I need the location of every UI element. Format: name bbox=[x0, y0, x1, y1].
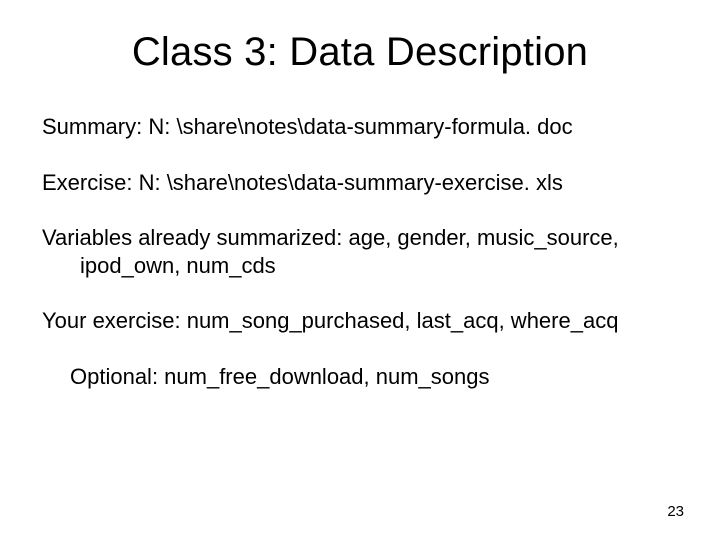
slide-title: Class 3: Data Description bbox=[42, 30, 678, 75]
variables-line2: ipod_own, num_cds bbox=[42, 252, 678, 280]
your-exercise-line: Your exercise: num_song_purchased, last_… bbox=[42, 307, 678, 335]
variables-block: Variables already summarized: age, gende… bbox=[42, 224, 678, 279]
variables-line1: Variables already summarized: age, gende… bbox=[42, 225, 619, 250]
page-number: 23 bbox=[667, 503, 684, 520]
exercise-line: Exercise: N: \share\notes\data-summary-e… bbox=[42, 169, 678, 197]
slide-container: Class 3: Data Description Summary: N: \s… bbox=[0, 0, 720, 540]
summary-line: Summary: N: \share\notes\data-summary-fo… bbox=[42, 113, 678, 141]
optional-line: Optional: num_free_download, num_songs bbox=[70, 363, 678, 391]
